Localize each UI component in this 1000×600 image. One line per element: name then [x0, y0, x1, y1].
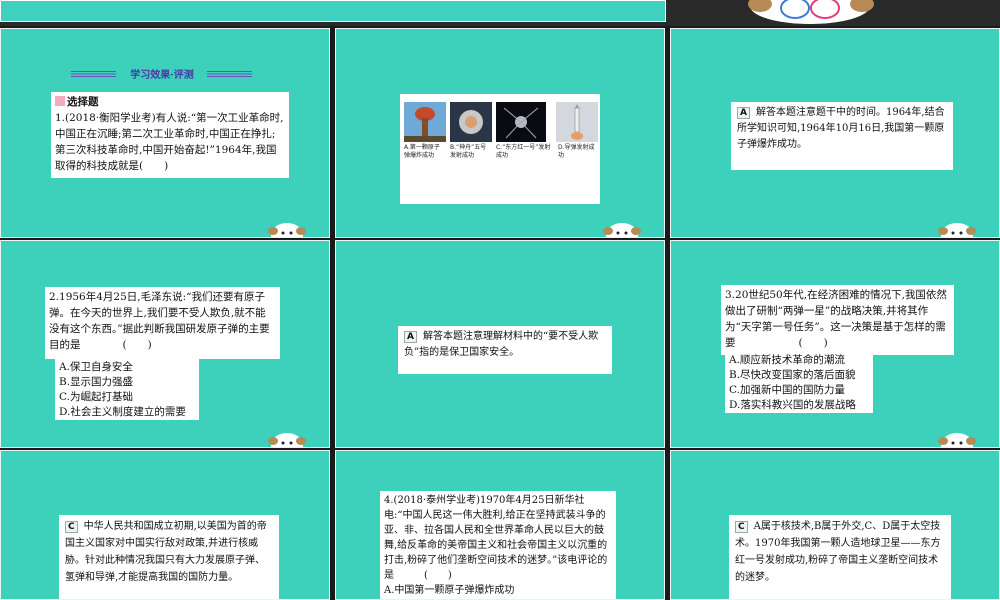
atomic-bomb-image: [404, 102, 446, 142]
option-b[interactable]: B.尽快改变国家的落后面貌: [729, 368, 869, 383]
option-c-caption: C.“东方红一号”发射成功: [496, 144, 551, 159]
question-2-box: 2.1956年4月25日,毛泽东说:“我们还要有原子弹。在今天的世界上,我们要不…: [45, 287, 280, 359]
answer-4-text: A属于核技术,B属于外交,C、D属于太空技术。1970年我国第一颗人造地球卫星—…: [735, 521, 941, 583]
option-c[interactable]: C.为崛起打基础: [59, 390, 195, 405]
option-b-caption: B.“神舟”五号发射成功: [450, 144, 487, 159]
mascot-icon: [268, 223, 306, 237]
mascot-icon: [268, 433, 306, 447]
answer-3-box: C 中华人民共和国成立初期,以美国为首的帝国主义国家对中国实行敌对政策,并进行核威…: [59, 515, 279, 599]
answer-4-letter: C: [735, 521, 748, 533]
answer-3-letter: C: [65, 521, 78, 533]
answer-2-letter: A: [404, 331, 417, 343]
option-images-panel: A.第一颗原子弹爆炸成功 B.“神舟”五号发射成功 C.“东方红一号”发射成功 …: [400, 94, 600, 204]
option-d[interactable]: D.社会主义制度建立的需要: [59, 405, 195, 420]
slide-5[interactable]: A 解答本题注意理解材料中的“要不受人欺负”指的是保卫国家安全。: [335, 240, 665, 448]
slide-2[interactable]: A.第一颗原子弹爆炸成功 B.“神舟”五号发射成功 C.“东方红一号”发射成功 …: [335, 28, 665, 238]
option-a[interactable]: A.保卫自身安全: [59, 360, 195, 375]
slide-6[interactable]: 3.20世纪50年代,在经济困难的情况下,我国依然做出了研制“两弹一星”的战略决…: [670, 240, 1000, 448]
slide-1[interactable]: 学习效果·评测 选择题 1.(2018·衡阳学业考)有人说:“第一次工业革命时,…: [0, 28, 330, 238]
question-2-text: 2.1956年4月25日,毛泽东说:“我们还要有原子弹。在今天的世界上,我们要不…: [49, 291, 270, 351]
question-4-box: 4.(2018·泰州学业考)1970年4月25日新华社电:“中国人民这一伟大胜利…: [380, 491, 616, 599]
slide-8[interactable]: 4.(2018·泰州学业考)1970年4月25日新华社电:“中国人民这一伟大胜利…: [335, 450, 665, 600]
question-1-text: 1.(2018·衡阳学业考)有人说:“第一次工业革命时,中国正在沉睡;第二次工业…: [55, 112, 284, 172]
shenzhou-image: [450, 102, 492, 142]
answer-1-letter: A: [737, 107, 750, 119]
mascot-icon: [938, 223, 976, 237]
section-label: 选择题: [55, 94, 285, 110]
section-header: 学习效果·评测: [71, 68, 252, 81]
option-a-caption: A.第一颗原子弹爆炸成功: [404, 144, 440, 159]
question-3-box: 3.20世纪50年代,在经济困难的情况下,我国依然做出了研制“两弹一星”的战略决…: [721, 285, 954, 355]
answer-4-box: C A属于核技术,B属于外交,C、D属于太空技术。1970年我国第一颗人造地球卫星…: [729, 515, 951, 599]
option-b[interactable]: B.显示国力强盛: [59, 375, 195, 390]
mascot-icon: [603, 223, 641, 237]
option-a[interactable]: A.中国第一颗原子弹爆炸成功: [384, 583, 612, 598]
mascot-decoration: [748, 0, 874, 24]
mascot-icon: [938, 433, 976, 447]
question-1-box: 选择题 1.(2018·衡阳学业考)有人说:“第一次工业革命时,中国正在沉睡;第…: [51, 92, 289, 178]
slide-9[interactable]: C A属于核技术,B属于外交,C、D属于太空技术。1970年我国第一颗人造地球卫星…: [670, 450, 1000, 600]
section-tag-icon: [55, 96, 65, 106]
answer-2-text: 解答本题注意理解材料中的“要不受人欺负”指的是保卫国家安全。: [404, 331, 599, 358]
question-2-options: A.保卫自身安全 B.显示国力强盛 C.为崛起打基础 D.社会主义制度建立的需要: [55, 358, 199, 420]
dongfanghong-image: [496, 102, 546, 142]
option-c[interactable]: C.加强新中国的国防力量: [729, 383, 869, 398]
option-d-caption: D.导弹发射成功: [558, 144, 595, 159]
answer-3-text: 中华人民共和国成立初期,以美国为首的帝国主义国家对中国实行敌对政策,并进行核威胁…: [65, 521, 267, 583]
question-3-text: 3.20世纪50年代,在经济困难的情况下,我国依然做出了研制“两弹一星”的战略决…: [725, 289, 947, 349]
answer-1-text: 解答本题注意题干中的时间。1964年,结合所学知识可知,1964年10月16日,…: [737, 107, 945, 150]
slide-4[interactable]: 2.1956年4月25日,毛泽东说:“我们还要有原子弹。在今天的世界上,我们要不…: [0, 240, 330, 448]
option-d[interactable]: D.落实科教兴国的发展战略: [729, 398, 869, 413]
previous-slide-edge[interactable]: [0, 0, 666, 22]
answer-2-box: A 解答本题注意理解材料中的“要不受人欺负”指的是保卫国家安全。: [398, 326, 612, 374]
option-a[interactable]: A.顺应新技术革命的潮流: [729, 353, 869, 368]
slide-3[interactable]: A 解答本题注意题干中的时间。1964年,结合所学知识可知,1964年10月16日…: [670, 28, 1000, 238]
answer-1-box: A 解答本题注意题干中的时间。1964年,结合所学知识可知,1964年10月16日…: [731, 102, 953, 170]
section-header-title: 学习效果·评测: [130, 70, 194, 81]
question-4-text: 4.(2018·泰州学业考)1970年4月25日新华社电:“中国人民这一伟大胜利…: [384, 495, 608, 581]
question-3-options: A.顺应新技术革命的潮流 B.尽快改变国家的落后面貌 C.加强新中国的国防力量 …: [725, 351, 873, 413]
missile-image: [556, 102, 598, 142]
slide-7[interactable]: C 中华人民共和国成立初期,以美国为首的帝国主义国家对中国实行敌对政策,并进行核威…: [0, 450, 330, 600]
